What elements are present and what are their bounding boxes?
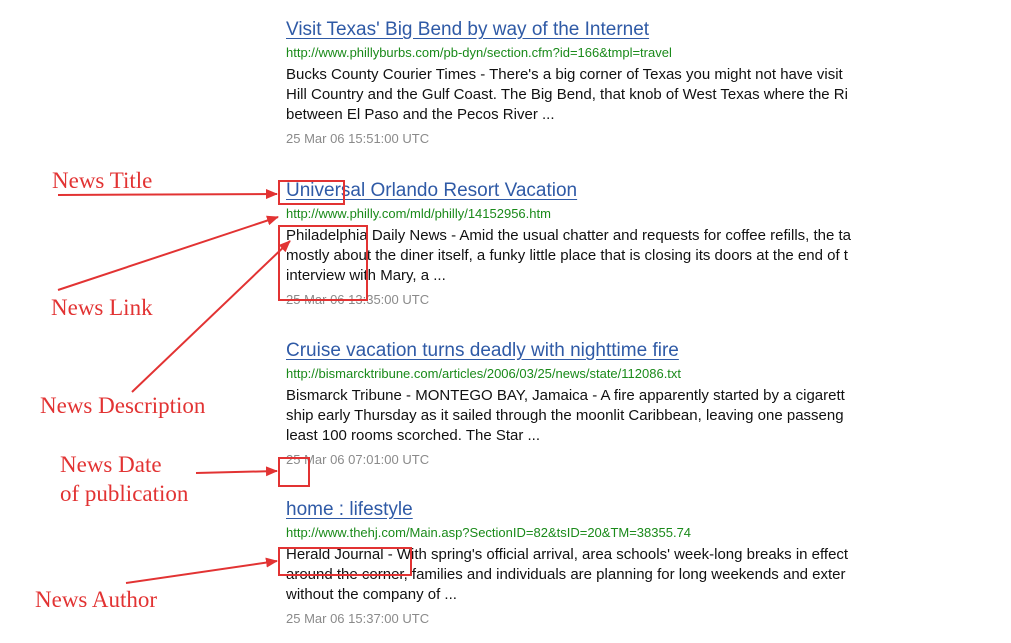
annotation-news-date-line2: of publication bbox=[60, 481, 189, 506]
arrow-news-description bbox=[131, 240, 291, 393]
annotation-news-date-line1: News Date bbox=[60, 452, 162, 477]
annotation-news-title: News Title bbox=[52, 168, 153, 193]
news-title-link[interactable]: Visit Texas' Big Bend by way of the Inte… bbox=[286, 18, 649, 42]
news-result: home : lifestyle http://www.thehj.com/Ma… bbox=[286, 498, 1011, 629]
arrow-news-date bbox=[195, 466, 278, 477]
news-title-link[interactable]: home : lifestyle bbox=[286, 498, 413, 522]
annotation-news-description: News Description bbox=[40, 393, 206, 418]
news-result: Visit Texas' Big Bend by way of the Inte… bbox=[286, 18, 1011, 149]
news-description: Bismarck Tribune - MONTEGO BAY, Jamaica … bbox=[286, 387, 845, 444]
news-description: Herald Journal - With spring's official … bbox=[286, 546, 849, 603]
news-date: 25 Mar 06 13:35:00 UTC bbox=[286, 292, 430, 307]
news-description: Philadelphia Daily News - Amid the usual… bbox=[286, 227, 852, 284]
annotation-news-date: News Date of publication bbox=[60, 450, 188, 508]
news-title-link[interactable]: Cruise vacation turns deadly with nightt… bbox=[286, 339, 679, 363]
annotated-news-results: Visit Texas' Big Bend by way of the Inte… bbox=[0, 0, 1011, 643]
news-result: Cruise vacation turns deadly with nightt… bbox=[286, 339, 1011, 470]
news-url[interactable]: http://www.philly.com/mld/philly/1415295… bbox=[286, 204, 1011, 224]
news-url[interactable]: http://bismarcktribune.com/articles/2006… bbox=[286, 364, 1011, 384]
arrow-news-link bbox=[57, 215, 279, 291]
news-title-link[interactable]: Universal Orlando Resort Vacation bbox=[286, 179, 577, 203]
news-result: Universal Orlando Resort Vacation http:/… bbox=[286, 179, 1011, 310]
news-date: 25 Mar 06 07:01:00 UTC bbox=[286, 452, 430, 467]
annotation-news-link: News Link bbox=[51, 295, 153, 320]
news-date: 25 Mar 06 15:51:00 UTC bbox=[286, 131, 430, 146]
news-url[interactable]: http://www.phillyburbs.com/pb-dyn/sectio… bbox=[286, 43, 1011, 63]
news-date: 25 Mar 06 15:37:00 UTC bbox=[286, 611, 430, 626]
arrow-news-author bbox=[125, 557, 278, 584]
news-description: Bucks County Courier Times - There's a b… bbox=[286, 66, 848, 123]
news-url[interactable]: http://www.thehj.com/Main.asp?SectionID=… bbox=[286, 523, 1011, 543]
annotation-news-author: News Author bbox=[35, 587, 158, 612]
